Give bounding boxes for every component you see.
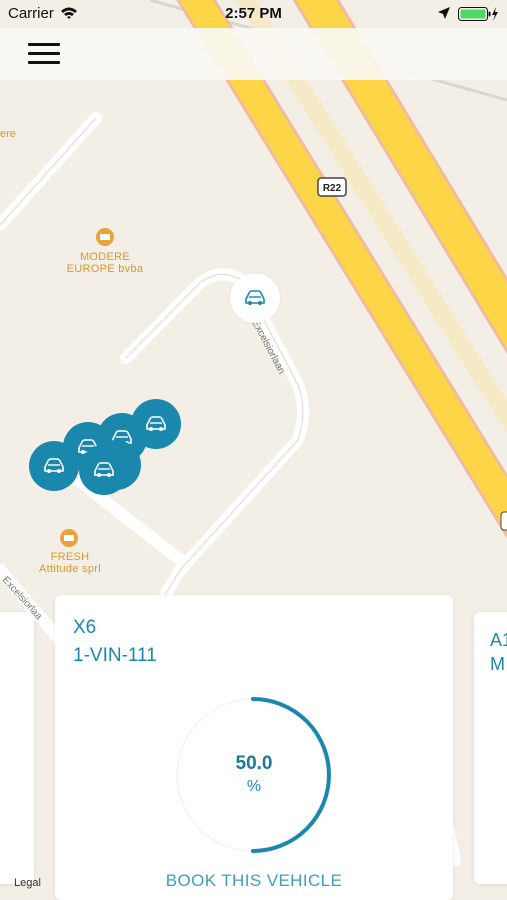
- edge-poi-label: ere: [0, 128, 16, 140]
- car-icon: [245, 290, 265, 305]
- poi-modere[interactable]: MODERE EUROPE bvba: [55, 251, 155, 275]
- status-bar: Carrier 2:57 PM: [0, 0, 507, 28]
- poi-line1: MODERE: [79, 251, 131, 263]
- vehicle-marker[interactable]: [29, 441, 79, 491]
- vehicle-card-next[interactable]: A1 M: [474, 612, 507, 884]
- next-vehicle-plate: M: [490, 654, 505, 674]
- fuel-value: 50.0: [235, 753, 273, 774]
- vehicle-card-previous[interactable]: [0, 612, 34, 884]
- top-bar: [0, 28, 507, 80]
- vehicle-marker[interactable]: [230, 273, 280, 323]
- fuel-unit: %: [246, 778, 262, 795]
- clock: 2:57 PM: [225, 5, 282, 22]
- vehicle-model: X6: [73, 617, 97, 638]
- poi-fresh[interactable]: FRESH Attitude sprl: [20, 551, 120, 575]
- location-arrow-icon: [438, 7, 450, 19]
- poi-line2: EUROPE bvba: [66, 263, 144, 275]
- poi-line1: FRESH: [50, 551, 90, 563]
- legal-link[interactable]: Legal: [14, 877, 41, 889]
- vehicle-marker[interactable]: [79, 445, 129, 495]
- fuel-gauge: [176, 697, 331, 853]
- menu-icon[interactable]: [28, 43, 60, 65]
- svg-text:R22: R22: [323, 183, 342, 194]
- next-vehicle-model: A1: [490, 630, 507, 650]
- car-icon: [146, 416, 166, 431]
- vehicle-card[interactable]: X6 1-VIN-111 50.0 % BOOK THIS VEHICLE: [55, 595, 453, 900]
- vehicle-plate: 1-VIN-111: [73, 645, 157, 666]
- battery-icon: [458, 7, 498, 21]
- car-icon: [44, 458, 64, 473]
- book-vehicle-button[interactable]: BOOK THIS VEHICLE: [55, 871, 453, 891]
- poi-line2: Attitude sprl: [39, 563, 101, 575]
- car-icon: [94, 462, 114, 477]
